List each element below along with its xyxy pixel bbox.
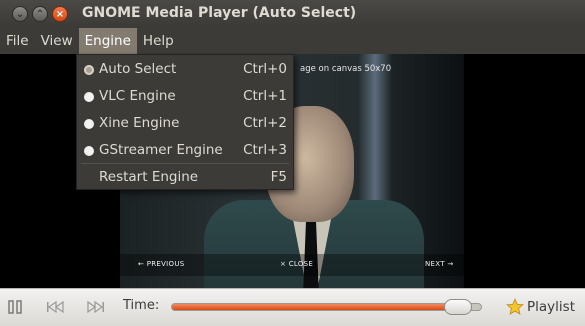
title-bar: ⌄ ⌃ × GNOME Media Player (Auto Select) xyxy=(0,0,585,28)
seek-slider-handle[interactable] xyxy=(444,299,472,315)
menu-bar: File View Engine Help xyxy=(0,28,585,54)
menu-item-label: Restart Engine xyxy=(99,169,199,185)
menu-item-vlc-engine[interactable]: VLC Engine Ctrl+1 xyxy=(77,83,293,110)
menu-item-restart-engine[interactable]: Restart Engine F5 xyxy=(77,164,293,191)
playlist-button[interactable]: Playlist xyxy=(506,295,582,319)
seek-slider[interactable] xyxy=(171,299,482,315)
nav-previous[interactable]: ← PREVIOUS xyxy=(138,260,185,268)
time-label: Time: xyxy=(123,298,160,313)
window-title: GNOME Media Player (Auto Select) xyxy=(82,5,357,21)
menu-item-label: Auto Select xyxy=(99,61,177,77)
next-button[interactable] xyxy=(87,298,105,316)
skip-back-icon xyxy=(47,300,64,314)
radio-icon xyxy=(84,92,94,102)
star-icon xyxy=(506,298,524,315)
menu-item-auto-select[interactable]: Auto Select Ctrl+0 xyxy=(77,56,293,83)
radio-selected-icon xyxy=(84,65,94,75)
menu-engine[interactable]: Engine xyxy=(78,28,137,54)
control-bar: Time: Playlist xyxy=(0,288,585,326)
video-caption: age on canvas 50x70 xyxy=(300,64,392,74)
menu-item-gstreamer-engine[interactable]: GStreamer Engine Ctrl+3 xyxy=(77,137,293,164)
menu-help[interactable]: Help xyxy=(137,28,180,54)
skip-forward-icon xyxy=(87,300,104,314)
menu-item-accel: F5 xyxy=(270,169,287,185)
minimize-icon[interactable]: ⌄ xyxy=(12,6,28,22)
menu-item-label: Xine Engine xyxy=(99,115,180,131)
nav-close[interactable]: × CLOSE xyxy=(280,260,313,268)
radio-icon xyxy=(84,146,94,156)
menu-item-xine-engine[interactable]: Xine Engine Ctrl+2 xyxy=(77,110,293,137)
menu-item-label: VLC Engine xyxy=(99,88,176,104)
previous-button[interactable] xyxy=(46,298,64,316)
menu-item-accel: Ctrl+1 xyxy=(243,88,287,104)
maximize-icon[interactable]: ⌃ xyxy=(32,6,48,22)
close-icon[interactable]: × xyxy=(52,6,68,22)
playlist-label: Playlist xyxy=(527,299,575,315)
pause-button[interactable] xyxy=(6,298,24,316)
seek-slider-fill xyxy=(172,304,458,310)
pause-icon xyxy=(8,300,22,314)
menu-file[interactable]: File xyxy=(0,28,35,54)
menu-view[interactable]: View xyxy=(35,28,79,54)
nav-next[interactable]: NEXT → xyxy=(425,260,454,268)
menu-item-accel: Ctrl+3 xyxy=(243,142,287,158)
menu-item-accel: Ctrl+2 xyxy=(243,115,287,131)
radio-icon xyxy=(84,119,94,129)
engine-dropdown-menu: Auto Select Ctrl+0 VLC Engine Ctrl+1 Xin… xyxy=(76,54,294,190)
menu-item-label: GStreamer Engine xyxy=(99,142,223,158)
menu-item-accel: Ctrl+0 xyxy=(243,61,287,77)
